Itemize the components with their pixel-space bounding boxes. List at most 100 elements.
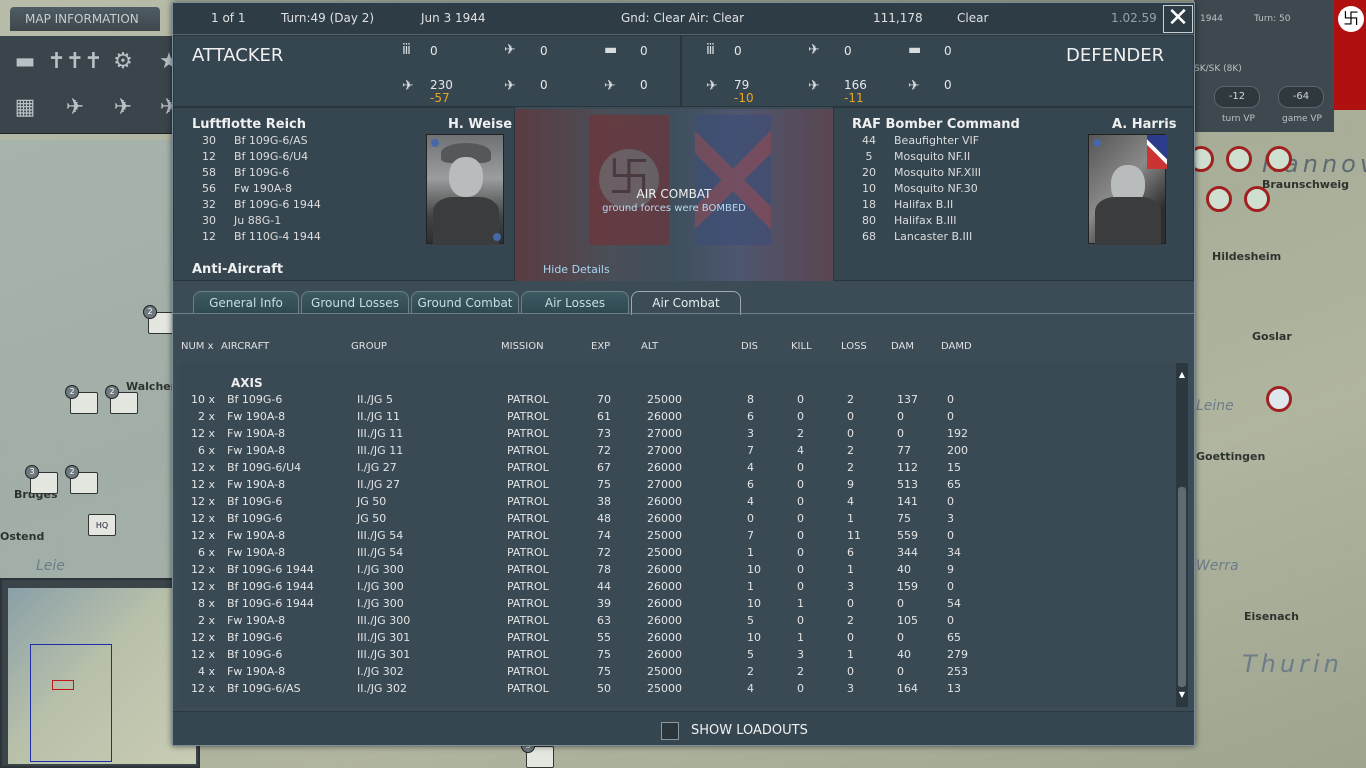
table-row[interactable]: 12 x Fw 190A-8 II./JG 27 PATROL 75 27000 6 0 9 51… <box>179 477 1179 494</box>
cell-alt: 26000 <box>647 410 682 423</box>
col-exp[interactable]: EXP <box>591 341 610 352</box>
col-kill[interactable]: KILL <box>791 341 812 352</box>
gear-icon[interactable]: ⚙ <box>104 42 142 80</box>
col-dis[interactable]: DIS <box>741 341 758 352</box>
aircraft-count: 20 <box>862 166 876 179</box>
map-information-tab[interactable]: MAP INFORMATION <box>10 7 160 31</box>
table-row[interactable]: 12 x Fw 190A-8 III./JG 54 PATROL 74 25000 7 0 11… <box>179 528 1179 545</box>
table-row[interactable]: 4 x Fw 190A-8 I./JG 302 PATROL 75 25000 2 2 0 0 25… <box>179 664 1179 681</box>
map-unit[interactable]: 3 <box>521 739 554 768</box>
cell-damd: 65 <box>947 478 961 491</box>
unit-strength: 3 <box>25 465 39 479</box>
table-row[interactable]: 6 x Fw 190A-8 III./JG 11 PATROL 72 27000 7 4 2 77… <box>179 443 1179 460</box>
table-scrollbar[interactable]: ▲ ▼ <box>1176 363 1188 707</box>
table-row[interactable]: 6 x Fw 190A-8 III./JG 54 PATROL 72 25000 1 0 6 34… <box>179 545 1179 562</box>
cell-dis: 2 <box>747 665 754 678</box>
hq-unit[interactable]: HQ <box>88 514 116 536</box>
show-loadouts-label[interactable]: SHOW LOADOUTS <box>691 723 808 738</box>
cell-group: III./JG 300 <box>357 614 411 627</box>
table-row[interactable]: 10 x Bf 109G-6 II./JG 5 PATROL 70 25000 8 0 2 137… <box>179 392 1179 409</box>
table-row[interactable]: 12 x Bf 109G-6 1944 I./JG 300 PATROL 44 26000… <box>179 579 1179 596</box>
defender-commander-portrait[interactable] <box>1088 134 1167 245</box>
section-axis: AXIS <box>231 376 263 390</box>
table-row[interactable]: 12 x Fw 190A-8 III./JG 11 PATROL 73 27000 3 2 0 0… <box>179 426 1179 443</box>
aircraft-count: 30 <box>202 214 216 227</box>
minimap[interactable] <box>0 578 200 768</box>
cell-kill: 2 <box>797 665 804 678</box>
cell-dam: 0 <box>897 665 904 678</box>
cell-exp: 75 <box>597 478 611 491</box>
cell-num: 12 x <box>190 461 215 474</box>
map-unit[interactable]: 2 <box>105 385 138 414</box>
cell-damd: 279 <box>947 648 968 661</box>
col-group[interactable]: GROUP <box>351 341 387 352</box>
hide-details-link[interactable]: Hide Details <box>543 263 610 276</box>
table-row[interactable]: 12 x Bf 109G-6/AS II./JG 302 PATROL 50 25000 4… <box>179 681 1179 698</box>
cell-num: 2 x <box>197 614 215 627</box>
air-unit-icon[interactable] <box>1226 146 1252 172</box>
show-loadouts-checkbox[interactable] <box>661 722 679 740</box>
aircraft-count: 5 <box>865 150 873 163</box>
cell-aircraft: Bf 109G-6 <box>227 512 283 525</box>
f2-button[interactable]: ✈ <box>56 88 94 126</box>
cell-alt: 26000 <box>647 614 682 627</box>
air-unit-icon[interactable] <box>1266 386 1292 412</box>
scroll-thumb[interactable] <box>1178 487 1186 687</box>
f3-button[interactable]: ✈ <box>104 88 142 126</box>
aircraft-count: 10 <box>862 182 876 195</box>
tab-general-info[interactable]: General Info <box>193 291 299 314</box>
table-row[interactable]: 8 x Bf 109G-6 1944 I./JG 300 PATROL 39 26000 1… <box>179 596 1179 613</box>
map-unit[interactable]: 2 <box>65 385 98 414</box>
tab-air-losses[interactable]: Air Losses <box>521 291 629 314</box>
map-unit[interactable]: 2 <box>65 465 98 494</box>
cell-dis: 7 <box>747 529 754 542</box>
cell-group: III./JG 301 <box>357 631 411 644</box>
map-unit[interactable]: 3 <box>25 465 58 494</box>
table-row[interactable]: 12 x Bf 109G-6 JG 50 PATROL 38 26000 4 0 4 141 0 <box>179 494 1179 511</box>
aircraft-type: Bf 109G-6/AS <box>234 134 308 147</box>
tab-air-combat[interactable]: Air Combat <box>631 291 741 315</box>
aircraft-list-item: 18 Halifax B.II <box>844 198 1084 214</box>
table-row[interactable]: 12 x Bf 109G-6/U4 I./JG 27 PATROL 67 26000 4 0 2… <box>179 460 1179 477</box>
f1-button[interactable]: ▦ <box>6 88 44 126</box>
air-unit-icon[interactable] <box>1244 186 1270 212</box>
col-aircraft[interactable]: AIRCRAFT <box>221 341 269 352</box>
col-dam[interactable]: DAM <box>891 341 914 352</box>
cell-dam: 112 <box>897 461 918 474</box>
cell-aircraft: Fw 190A-8 <box>227 665 286 678</box>
table-row[interactable]: 12 x Bf 109G-6 JG 50 PATROL 48 26000 0 0 1 75 3 <box>179 511 1179 528</box>
air-unit-icon[interactable] <box>1266 146 1292 172</box>
table-row[interactable]: 12 x Bf 109G-6 III./JG 301 PATROL 75 26000 5 3 1… <box>179 647 1179 664</box>
tab-ground-losses[interactable]: Ground Losses <box>301 291 409 314</box>
defender-bombers-delta: -11 <box>844 91 864 105</box>
col-damd[interactable]: DAMD <box>941 341 972 352</box>
aircraft-count: 30 <box>202 134 216 147</box>
col-loss[interactable]: LOSS <box>841 341 867 352</box>
scroll-down-icon[interactable]: ▼ <box>1176 689 1188 701</box>
tank-icon[interactable]: ▬ <box>6 42 44 80</box>
cell-mission: PATROL <box>507 529 549 542</box>
attacker-commander-portrait[interactable] <box>426 134 504 245</box>
col-num[interactable]: NUM x <box>181 341 214 352</box>
table-row[interactable]: 2 x Fw 190A-8 II./JG 11 PATROL 61 26000 6 0 0 0 0 <box>179 409 1179 426</box>
minimap-viewport[interactable] <box>30 644 112 762</box>
cell-aircraft: Bf 109G-6 <box>227 631 283 644</box>
air-unit-icon[interactable] <box>1206 186 1232 212</box>
col-mission[interactable]: MISSION <box>501 341 544 352</box>
attacker-commander: H. Weise <box>448 117 513 132</box>
close-button[interactable]: ✕ <box>1163 5 1193 33</box>
defender-tanks: 0 <box>944 44 952 58</box>
cell-aircraft: Bf 109G-6 <box>227 393 283 406</box>
table-row[interactable]: 12 x Bf 109G-6 1944 I./JG 300 PATROL 78 26000… <box>179 562 1179 579</box>
table-row[interactable]: 2 x Fw 190A-8 III./JG 300 PATROL 63 26000 5 0 2 1… <box>179 613 1179 630</box>
nation-flag: 卐 <box>1334 0 1366 110</box>
cell-loss: 4 <box>847 495 854 508</box>
cell-exp: 38 <box>597 495 611 508</box>
scroll-up-icon[interactable]: ▲ <box>1176 369 1188 381</box>
troops-icon[interactable]: ✝✝✝ <box>47 42 102 80</box>
col-alt[interactable]: ALT <box>641 341 658 352</box>
table-row[interactable]: 12 x Bf 109G-6 III./JG 301 PATROL 55 26000 10 1… <box>179 630 1179 647</box>
cell-dis: 4 <box>747 461 754 474</box>
air-combat-table: AXIS 10 x Bf 109G-6 II./JG 5 PATROL 70 25000 8… <box>179 363 1181 707</box>
tab-ground-combat[interactable]: Ground Combat <box>411 291 519 314</box>
